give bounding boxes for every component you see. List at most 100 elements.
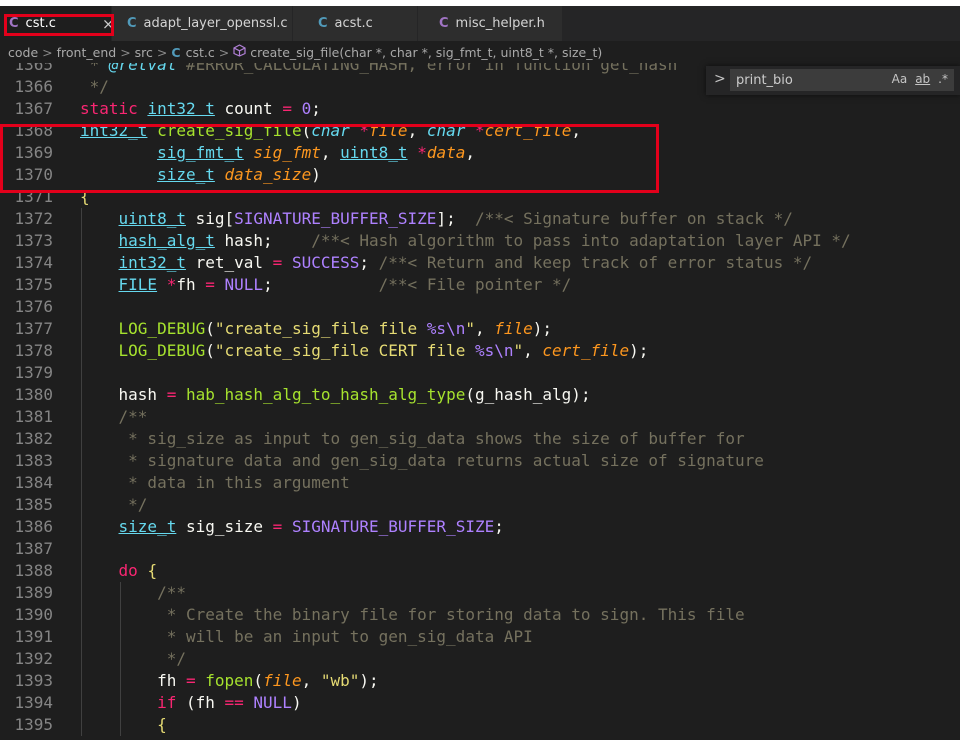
- code-line[interactable]: 1390 * Create the binary file for storin…: [0, 604, 960, 626]
- breadcrumb-item[interactable]: src: [135, 45, 153, 60]
- code-token: fh: [176, 275, 206, 294]
- line-number: 1382: [14, 429, 53, 448]
- line-number: 1388: [14, 561, 53, 580]
- tab-adapt-layer-openssl-c[interactable]: C adapt_layer_openssl.c: [112, 6, 293, 41]
- code-token: %s\n: [426, 319, 466, 338]
- match-case-icon[interactable]: Aa: [892, 72, 908, 86]
- line-number: 1372: [14, 209, 53, 228]
- code-line[interactable]: 1377 LOG_DEBUG("create_sig_file file %s\…: [0, 318, 960, 340]
- line-number: 1393: [14, 671, 53, 690]
- whole-word-icon[interactable]: ab: [915, 72, 930, 86]
- code-line[interactable]: 1380 hash = hab_hash_alg_to_hash_alg_typ…: [0, 384, 960, 406]
- code-line[interactable]: 1389 /**: [0, 582, 960, 604]
- breadcrumb-item[interactable]: front_end: [57, 45, 117, 60]
- line-number: 1387: [14, 539, 53, 558]
- code-text: LOG_DEBUG("create_sig_file file %s\n", f…: [80, 318, 553, 340]
- code-text: FILE *fh = NULL; /**< File pointer */: [80, 274, 572, 296]
- code-text: hash_alg_t hash; /**< Hash algorithm to …: [80, 230, 851, 252]
- highlight-box-signature: [0, 124, 659, 193]
- code-text: LOG_DEBUG("create_sig_file CERT file %s\…: [80, 340, 649, 362]
- line-number: 1381: [14, 407, 53, 426]
- indent-guide: [81, 604, 82, 626]
- code-token: static: [80, 99, 138, 118]
- code-line[interactable]: 1375 FILE *fh = NULL; /**< File pointer …: [0, 274, 960, 296]
- line-number: 1389: [14, 583, 53, 602]
- code-line[interactable]: 1372 uint8_t sig[SIGNATURE_BUFFER_SIZE];…: [0, 208, 960, 230]
- indent-guide: [81, 472, 82, 494]
- c-file-icon: C: [127, 16, 137, 31]
- code-line[interactable]: 1376: [0, 296, 960, 318]
- code-text: */: [80, 76, 109, 98]
- indent-guide: [120, 626, 121, 648]
- code-line[interactable]: 1385 */: [0, 494, 960, 516]
- line-number: 1385: [14, 495, 53, 514]
- code-text: */: [80, 648, 186, 670]
- code-token: fh: [80, 671, 186, 690]
- line-number: 1391: [14, 627, 53, 646]
- code-text: hash = hab_hash_alg_to_hash_alg_type(g_h…: [80, 384, 591, 406]
- code-line[interactable]: 1392 */: [0, 648, 960, 670]
- code-token: * data in this argument: [118, 473, 350, 492]
- chevron-right-icon: >: [156, 44, 168, 60]
- indent-guide: [81, 406, 82, 428]
- code-line[interactable]: 1387: [0, 538, 960, 560]
- code-line[interactable]: 1394 if (fh == NULL): [0, 692, 960, 714]
- code-token: ": [513, 341, 524, 360]
- code-token: ];: [436, 209, 475, 228]
- code-line[interactable]: 1367 static int32 t count = 0;: [0, 98, 960, 120]
- line-number: 1373: [14, 231, 53, 250]
- breadcrumb-item[interactable]: code: [8, 45, 38, 60]
- line-number: 1384: [14, 473, 53, 492]
- code-line[interactable]: 1383 * signature data and gen_sig_data r…: [0, 450, 960, 472]
- code-token: );: [359, 671, 379, 690]
- code-token: */: [118, 495, 148, 514]
- code-token: /**< Return and keep track of error stat…: [378, 253, 813, 272]
- code-token: ,: [523, 341, 543, 360]
- breadcrumb-item[interactable]: cst.c: [186, 45, 215, 60]
- indent-guide: [120, 582, 121, 604]
- regex-icon[interactable]: .*: [938, 72, 948, 86]
- code-token: ;: [311, 99, 321, 118]
- code-line[interactable]: 1395 {: [0, 714, 960, 736]
- code-line[interactable]: 1384 * data in this argument: [0, 472, 960, 494]
- indent-guide: [120, 648, 121, 670]
- code-line[interactable]: 1388 do {: [0, 560, 960, 582]
- code-text: do {: [80, 560, 158, 582]
- code-token: hab_hash_alg_to_hash_alg_type: [185, 385, 466, 404]
- line-number: 1376: [14, 297, 53, 316]
- line-number: 1378: [14, 341, 53, 360]
- indent-guide: [120, 692, 121, 714]
- code-text: * Create the binary file for storing dat…: [80, 604, 745, 626]
- code-token: *: [166, 275, 177, 294]
- chevron-right-icon[interactable]: >: [714, 71, 726, 87]
- code-line[interactable]: 1374 int32_t ret_val = SUCCESS; /**< Ret…: [0, 252, 960, 274]
- code-line[interactable]: 1391 * will be an input to gen_sig_data …: [0, 626, 960, 648]
- code-token: fopen: [205, 671, 254, 690]
- breadcrumb-item[interactable]: create_sig_file(char *, char *, sig_fmt_…: [250, 45, 602, 60]
- line-number: 1380: [14, 385, 53, 404]
- code-line[interactable]: 1381 /**: [0, 406, 960, 428]
- code-line[interactable]: 1386 size_t sig_size = SIGNATURE_BUFFER_…: [0, 516, 960, 538]
- code-line[interactable]: 1393 fh = fopen(file, "wb");: [0, 670, 960, 692]
- tab-acst-c[interactable]: C acst.c: [293, 6, 418, 41]
- code-line[interactable]: 1382 * sig_size as input to gen_sig_data…: [0, 428, 960, 450]
- code-line[interactable]: 1378 LOG_DEBUG("create_sig_file CERT fil…: [0, 340, 960, 362]
- code-line[interactable]: 1373 hash_alg_t hash; /**< Hash algorith…: [0, 230, 960, 252]
- line-number: 1390: [14, 605, 53, 624]
- tab-misc-helper-h[interactable]: C misc_helper.h: [418, 6, 563, 41]
- code-line[interactable]: 1379: [0, 362, 960, 384]
- code-text: * @retval #ERROR_CALCULATING_HASH, error…: [80, 63, 678, 76]
- line-number: 1386: [14, 517, 53, 536]
- line-number: 1375: [14, 275, 53, 294]
